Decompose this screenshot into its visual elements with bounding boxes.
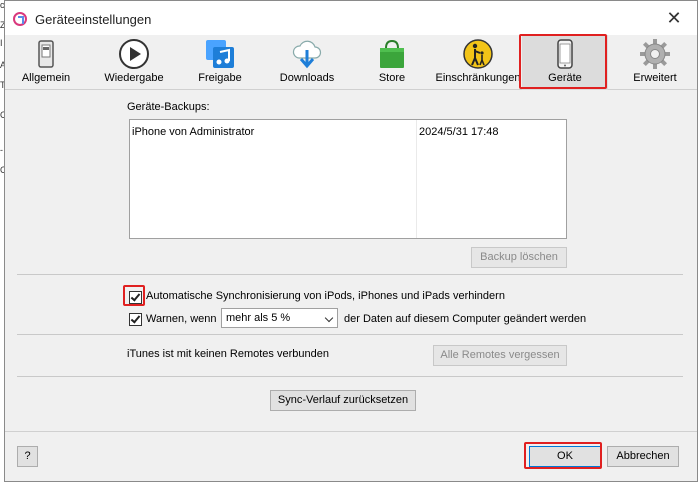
tab-allgemein[interactable]: Allgemein [5, 35, 87, 90]
cloud-download-icon [292, 40, 322, 69]
close-icon[interactable]: ✕ [663, 7, 685, 29]
preferences-dialog: Geräteeinstellungen ✕ Allgemein Wiederga… [4, 0, 698, 482]
tab-downloads[interactable]: Downloads [263, 35, 351, 90]
backup-row-name[interactable]: iPhone von Administrator [132, 126, 254, 138]
store-bag-icon [380, 39, 404, 68]
tab-geraete[interactable]: Geräte [522, 35, 608, 90]
reset-sync-history-button[interactable]: Sync-Verlauf zurücksetzen [270, 390, 416, 411]
cancel-button[interactable]: Abbrechen [607, 446, 679, 467]
warn-threshold-value: mehr als 5 % [226, 312, 291, 324]
ok-button[interactable]: OK [529, 446, 601, 467]
warn-label-before: Warnen, wenn [146, 313, 217, 325]
footer-separator [5, 431, 697, 432]
prevent-sync-checkbox[interactable] [129, 291, 142, 304]
tab-wiedergabe[interactable]: Wiedergabe [93, 35, 175, 90]
tab-erweitert[interactable]: Erweitert [615, 35, 695, 90]
backups-label: Geräte-Backups: [127, 101, 210, 113]
prevent-sync-label: Automatische Synchronisierung von iPods,… [146, 290, 505, 302]
forget-remotes-button[interactable]: Alle Remotes vergessen [433, 345, 567, 366]
phone-switch-icon [38, 40, 54, 68]
column-divider [416, 120, 417, 238]
preferences-toolbar: Allgemein Wiedergabe Freigabe Downloads … [5, 34, 697, 90]
tab-einschraenkungen[interactable]: Einschränkungen [433, 35, 523, 90]
remotes-status: iTunes ist mit keinen Remotes verbunden [127, 348, 329, 360]
warn-label-after: der Daten auf diesem Computer geändert w… [344, 313, 587, 325]
help-button[interactable]: ? [17, 446, 38, 467]
window-title: Geräteeinstellungen [35, 12, 152, 27]
tab-store[interactable]: Store [357, 35, 427, 90]
tab-freigabe[interactable]: Freigabe [180, 35, 260, 90]
gear-icon [640, 39, 670, 69]
devices-panel: Geräte-Backups: iPhone von Administrator… [5, 91, 697, 431]
music-sharing-icon [206, 40, 234, 68]
restrictions-icon [463, 39, 493, 69]
title-bar: Geräteeinstellungen ✕ [5, 1, 697, 35]
separator [17, 376, 683, 377]
delete-backup-button[interactable]: Backup löschen [471, 247, 567, 268]
separator [17, 334, 683, 335]
device-icon [557, 39, 573, 69]
warn-checkbox[interactable] [129, 313, 142, 326]
play-icon [119, 39, 149, 69]
backup-row-date[interactable]: 2024/5/31 17:48 [419, 126, 499, 138]
chevron-down-icon [324, 313, 334, 323]
warn-threshold-select[interactable]: mehr als 5 % [221, 308, 338, 328]
itunes-icon [13, 12, 27, 26]
separator [17, 274, 683, 275]
backup-list[interactable]: iPhone von Administrator 2024/5/31 17:48 [129, 119, 567, 239]
